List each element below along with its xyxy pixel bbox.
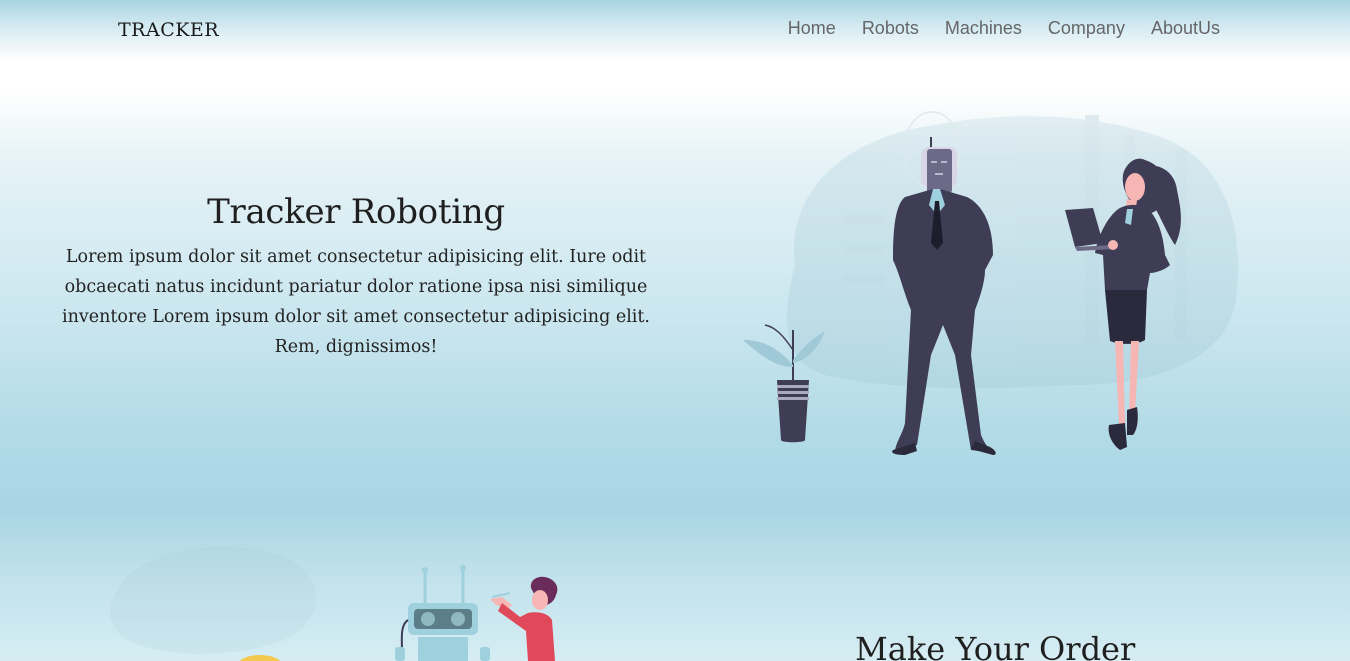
nav-links: Home Robots Machines Company AboutUs [788,18,1220,39]
brand-logo[interactable]: TRACKER [118,19,219,41]
background-shape [110,547,317,654]
hero-section: Tracker Roboting Lorem ipsum dolor sit a… [40,192,672,362]
nav-link-company[interactable]: Company [1048,18,1125,39]
nav-link-aboutus[interactable]: AboutUs [1151,18,1220,39]
nav-link-machines[interactable]: Machines [945,18,1022,39]
potted-plant-icon [743,324,825,443]
navbar: TRACKER Home Robots Machines Company Abo… [0,0,1350,60]
hero-description: Lorem ipsum dolor sit amet consectetur a… [62,247,650,357]
order-section-title: Make Your Order [855,630,1136,661]
robot-icon [395,565,490,661]
nav-link-robots[interactable]: Robots [862,18,919,39]
nav-link-home[interactable]: Home [788,18,836,39]
hero-illustration [743,111,1239,455]
boy-pointing-icon [490,576,558,661]
yellow-shape-icon [239,655,281,661]
background-shape [786,115,1239,388]
hero-title: Tracker Roboting [207,192,505,232]
order-illustration [110,547,558,661]
